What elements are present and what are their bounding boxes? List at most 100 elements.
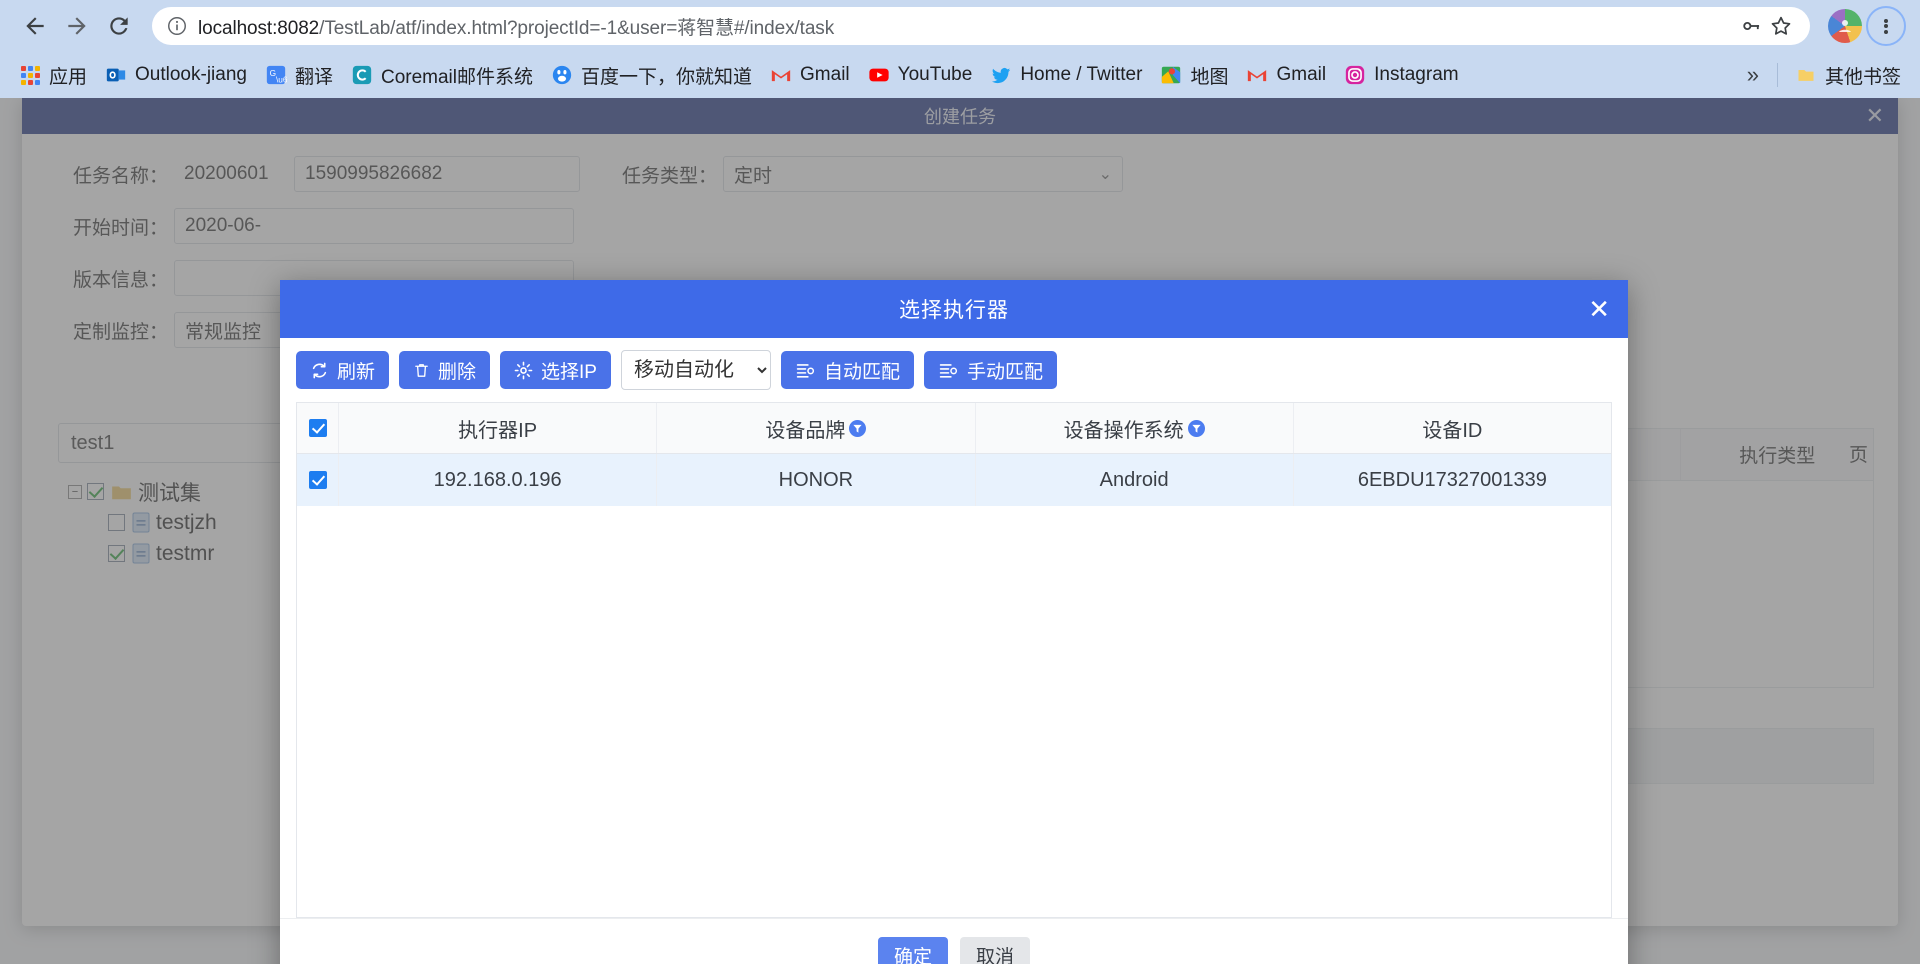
google-translate-icon: G \u6587 xyxy=(265,64,287,86)
column-header-device-id[interactable]: 设备ID xyxy=(1294,403,1611,453)
page-viewport: 创建任务 ✕ 任务名称： 20200601 1590995826682 任务类型… xyxy=(0,98,1920,964)
modal-title: 选择执行器 xyxy=(899,294,1009,324)
auto-match-button[interactable]: 自动匹配 xyxy=(781,351,914,389)
browser-navigation-bar: localhost:8082/TestLab/atf/index.html?pr… xyxy=(0,0,1920,52)
modal-header: 选择执行器 ✕ xyxy=(280,280,1628,338)
gear-icon xyxy=(514,361,533,380)
bookmarks-bar: 应用 Outlook-jiang G \u6587 翻 xyxy=(0,52,1920,98)
bookmark-label: Home / Twitter xyxy=(1020,64,1142,86)
filter-icon[interactable] xyxy=(1188,420,1205,437)
back-arrow-icon xyxy=(22,13,48,39)
row-checkbox[interactable] xyxy=(309,471,327,489)
auto-match-label: 自动匹配 xyxy=(824,357,900,384)
bookmarks-divider xyxy=(1777,63,1778,87)
select-all-cell xyxy=(297,403,339,453)
filter-icon[interactable] xyxy=(849,420,866,437)
coremail-icon xyxy=(351,64,373,86)
cell-device-id: 6EBDU17327001339 xyxy=(1294,454,1611,506)
table-header-row: 执行器IP 设备品牌 设备操作系统 xyxy=(297,403,1611,454)
forward-button[interactable] xyxy=(56,5,98,47)
bookmark-label: Gmail xyxy=(1276,64,1326,86)
delete-button[interactable]: 删除 xyxy=(399,351,490,389)
browser-menu-button[interactable] xyxy=(1866,6,1906,46)
url-host: localhost:8082 xyxy=(198,18,319,39)
cell-executor-ip: 192.168.0.196 xyxy=(339,454,657,506)
address-bar[interactable]: localhost:8082/TestLab/atf/index.html?pr… xyxy=(152,7,1810,45)
bookmark-instagram[interactable]: Instagram xyxy=(1335,58,1467,92)
bookmark-gmail-1[interactable]: Gmail xyxy=(761,58,859,92)
executor-type-select[interactable]: 移动自动化 xyxy=(621,350,771,390)
browser-chrome: localhost:8082/TestLab/atf/index.html?pr… xyxy=(0,0,1920,98)
instagram-icon xyxy=(1344,64,1366,86)
delete-label: 删除 xyxy=(438,357,476,384)
bookmark-label: YouTube xyxy=(898,64,973,86)
url-path: /TestLab/atf/index.html?projectId=-1&use… xyxy=(319,18,834,39)
save-password-icon[interactable] xyxy=(1736,11,1766,41)
manual-match-label: 手动匹配 xyxy=(967,357,1043,384)
refresh-button[interactable]: 刷新 xyxy=(296,351,389,389)
twitter-icon xyxy=(990,64,1012,86)
avatar-icon xyxy=(1836,17,1854,35)
refresh-icon xyxy=(310,361,329,380)
bookmark-star-icon[interactable] xyxy=(1766,11,1796,41)
bookmark-label: Outlook-jiang xyxy=(135,64,247,86)
outlook-icon xyxy=(105,64,127,86)
bookmark-label: 百度一下，你就知道 xyxy=(581,62,752,89)
table-row[interactable]: 192.168.0.196 HONOR Android 6EBDU1732700… xyxy=(297,454,1611,506)
bookmark-outlook-jiang[interactable]: Outlook-jiang xyxy=(96,58,256,92)
bookmark-youtube[interactable]: YouTube xyxy=(859,58,982,92)
url-text: localhost:8082/TestLab/atf/index.html?pr… xyxy=(198,13,1736,40)
back-button[interactable] xyxy=(14,5,56,47)
column-header-device-brand[interactable]: 设备品牌 xyxy=(657,403,975,453)
select-executor-modal: 选择执行器 ✕ 刷新 删除 xyxy=(280,280,1628,964)
column-label: 设备ID xyxy=(1422,414,1482,443)
bookmark-label: 地图 xyxy=(1190,62,1228,89)
refresh-label: 刷新 xyxy=(337,357,375,384)
google-maps-icon xyxy=(1160,64,1182,86)
bookmark-translate[interactable]: G \u6587 翻译 xyxy=(256,58,342,92)
three-dot-menu-icon xyxy=(1884,17,1888,35)
column-label: 设备品牌 xyxy=(765,414,845,443)
cell-device-os: Android xyxy=(976,454,1294,506)
bookmarks-overflow-button[interactable]: » xyxy=(1737,62,1769,88)
bookmark-baidu[interactable]: 百度一下，你就知道 xyxy=(542,58,761,92)
bookmark-apps[interactable]: 应用 xyxy=(10,58,96,92)
bookmark-maps[interactable]: 地图 xyxy=(1151,58,1237,92)
bookmark-label: 应用 xyxy=(49,62,87,89)
youtube-icon xyxy=(868,64,890,86)
other-bookmarks-label: 其他书签 xyxy=(1825,62,1901,89)
row-select-cell xyxy=(297,454,339,506)
list-settings-icon xyxy=(795,361,816,380)
bookmark-label: 翻译 xyxy=(295,62,333,89)
close-icon[interactable]: ✕ xyxy=(1588,296,1610,322)
list-settings-icon xyxy=(938,361,959,380)
trash-icon xyxy=(413,361,430,380)
bookmark-twitter[interactable]: Home / Twitter xyxy=(981,58,1151,92)
confirm-button[interactable]: 确定 xyxy=(878,937,948,964)
bookmark-other-bookmarks[interactable]: 其他书签 xyxy=(1786,58,1910,92)
forward-arrow-icon xyxy=(64,13,90,39)
cancel-button[interactable]: 取消 xyxy=(960,937,1030,964)
select-ip-button[interactable]: 选择IP xyxy=(500,351,611,389)
manual-match-button[interactable]: 手动匹配 xyxy=(924,351,1057,389)
column-label: 执行器IP xyxy=(458,414,537,443)
site-info-icon[interactable] xyxy=(166,15,188,37)
reload-button[interactable] xyxy=(98,5,140,47)
baidu-icon xyxy=(551,64,573,86)
bookmark-label: Gmail xyxy=(800,64,850,86)
bookmark-label: Coremail邮件系统 xyxy=(381,62,533,89)
column-label: 设备操作系统 xyxy=(1064,414,1184,443)
modal-toolbar: 刷新 删除 选择IP 移动自动化 xyxy=(280,338,1628,402)
cell-device-brand: HONOR xyxy=(657,454,975,506)
column-header-device-os[interactable]: 设备操作系统 xyxy=(976,403,1294,453)
bookmark-gmail-2[interactable]: Gmail xyxy=(1237,58,1335,92)
select-all-checkbox[interactable] xyxy=(309,419,327,437)
profile-avatar[interactable] xyxy=(1828,9,1862,43)
reload-icon xyxy=(106,13,132,39)
select-ip-label: 选择IP xyxy=(541,357,597,384)
column-header-executor-ip[interactable]: 执行器IP xyxy=(339,403,657,453)
svg-text:G: G xyxy=(270,69,276,78)
executor-table: 执行器IP 设备品牌 设备操作系统 xyxy=(296,402,1612,918)
bookmark-label: Instagram xyxy=(1374,64,1458,86)
bookmark-coremail[interactable]: Coremail邮件系统 xyxy=(342,58,542,92)
